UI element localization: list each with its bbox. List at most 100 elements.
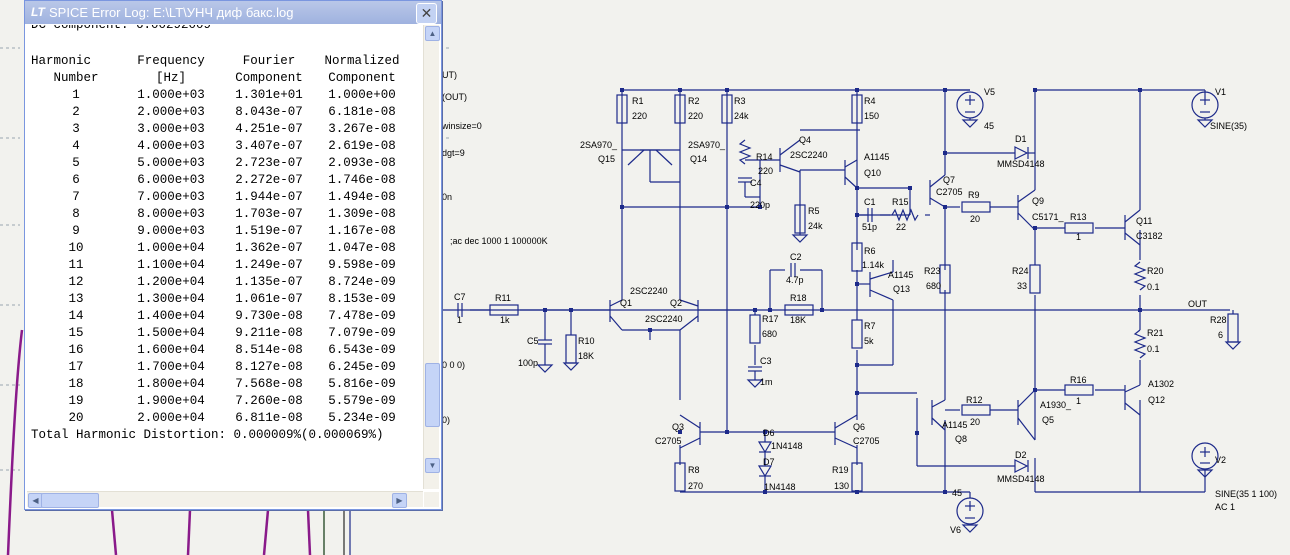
log-cell: 1.746e-08: [328, 173, 396, 187]
svg-text:R2: R2: [688, 96, 700, 106]
svg-text:R5: R5: [808, 206, 820, 216]
svg-text:1: 1: [457, 315, 462, 325]
svg-text:AC 1: AC 1: [1215, 502, 1235, 512]
svg-text:270: 270: [688, 481, 703, 491]
svg-text:V2: V2: [1215, 455, 1226, 465]
svg-text:220p: 220p: [750, 200, 770, 210]
log-cell: Frequency: [137, 54, 205, 68]
svg-text:V1: V1: [1215, 87, 1226, 97]
log-cell: 18: [68, 377, 84, 391]
vertical-scroll-thumb[interactable]: [425, 363, 440, 427]
svg-text:5k: 5k: [864, 336, 874, 346]
scroll-up-button[interactable]: ▲: [425, 26, 440, 41]
svg-text:4.7p: 4.7p: [786, 275, 804, 285]
log-cell: 3.267e-08: [328, 122, 396, 136]
log-cell: 2.723e-07: [235, 156, 303, 170]
svg-text:R20: R20: [1147, 266, 1164, 276]
svg-text:C3182: C3182: [1136, 231, 1163, 241]
log-cell: 2.000e+04: [137, 411, 205, 425]
log-cell: 6.543e-09: [328, 343, 396, 357]
svg-text:C2705: C2705: [853, 436, 880, 446]
scroll-down-button[interactable]: ▼: [425, 458, 440, 473]
log-cell: 5.579e-09: [328, 394, 396, 408]
log-cell: 5.234e-09: [328, 411, 396, 425]
vertical-scrollbar[interactable]: ▲ ▼: [423, 25, 440, 489]
log-cell: Component: [328, 71, 396, 85]
thd-line: Total Harmonic Distortion: 0.000009%(0.0…: [31, 428, 384, 442]
svg-text:V6: V6: [950, 525, 961, 535]
ac-directive: ;ac dec 1000 1 100000K: [450, 236, 548, 246]
svg-text:C2: C2: [790, 252, 802, 262]
log-cell: 1.000e+03: [137, 88, 205, 102]
svg-text:1N4148: 1N4148: [771, 441, 803, 451]
log-cell: 6.245e-09: [328, 360, 396, 374]
svg-text:C3: C3: [760, 356, 772, 366]
log-cell: 2.093e-08: [328, 156, 396, 170]
log-cell: 1.944e-07: [235, 190, 303, 204]
log-cell: 8: [72, 207, 80, 221]
log-cell: Component: [235, 71, 303, 85]
svg-text:1m: 1m: [760, 377, 773, 387]
svg-text:R13: R13: [1070, 212, 1087, 222]
sim-directive-frag-5: 0n: [442, 192, 452, 202]
horizontal-scroll-thumb[interactable]: [41, 493, 99, 508]
svg-text:33: 33: [1017, 281, 1027, 291]
R20-zigzag: [1133, 261, 1147, 291]
svg-text:Q6: Q6: [853, 422, 865, 432]
log-cell: 19: [68, 394, 84, 408]
log-cell: 4.251e-07: [235, 122, 303, 136]
spice-error-log-window[interactable]: LT SPICE Error Log: E:\LT\УНЧ диф бакс.l…: [24, 0, 442, 510]
close-button[interactable]: ✕: [416, 3, 437, 24]
log-cell: 17: [68, 360, 84, 374]
svg-text:Q7: Q7: [943, 175, 955, 185]
svg-text:Q4: Q4: [799, 135, 811, 145]
svg-text:R21: R21: [1147, 328, 1164, 338]
svg-text:A1145: A1145: [864, 152, 889, 162]
svg-text:Q9: Q9: [1032, 196, 1044, 206]
svg-text:2SC2240: 2SC2240: [645, 314, 683, 324]
svg-text:R1: R1: [632, 96, 644, 106]
sim-directive-frag-8: 0): [442, 415, 450, 425]
svg-text:R8: R8: [688, 465, 700, 475]
svg-text:220: 220: [632, 111, 647, 121]
svg-text:A1302: A1302: [1148, 379, 1174, 389]
title-bar[interactable]: LT SPICE Error Log: E:\LT\УНЧ диф бакс.l…: [25, 1, 441, 24]
window-title: SPICE Error Log: E:\LT\УНЧ диф бакс.log: [49, 5, 294, 20]
svg-text:100p: 100p: [518, 358, 538, 368]
voltage-sources: [956, 91, 1219, 525]
svg-text:R7: R7: [864, 321, 876, 331]
log-text-area[interactable]: DC component: 6.00292009 Harmonic Frequenc…: [27, 25, 423, 489]
svg-text:R10: R10: [578, 336, 595, 346]
log-cell: 2.000e+03: [137, 105, 205, 119]
R24-body: [1029, 264, 1041, 294]
svg-text:R12: R12: [966, 395, 983, 405]
R10-body: [565, 334, 577, 364]
svg-text:D1: D1: [1015, 134, 1027, 144]
log-cell: 7.568e-08: [235, 377, 303, 391]
svg-text:Q12: Q12: [1148, 395, 1165, 405]
log-cell: 1.400e+04: [137, 309, 205, 323]
scrollbar-corner: [424, 492, 439, 507]
log-cell: 13: [68, 292, 84, 306]
horizontal-scrollbar[interactable]: ◀ ▶: [27, 491, 423, 508]
log-cell: 1.301e+01: [235, 88, 303, 102]
svg-text:MMSD4148: MMSD4148: [997, 474, 1045, 484]
svg-text:Q2: Q2: [670, 298, 682, 308]
log-cell: 1.249e-07: [235, 258, 303, 272]
log-cell: 8.153e-09: [328, 292, 396, 306]
sim-directive-frag-1: UT): [442, 70, 457, 80]
log-cell: 9: [72, 224, 80, 238]
log-cell: 1: [72, 88, 80, 102]
log-cell: 1.800e+04: [137, 377, 205, 391]
out-net-label: OUT: [1188, 299, 1208, 309]
log-cell: 3.407e-07: [235, 139, 303, 153]
R7-body: [851, 319, 863, 349]
svg-text:Q15: Q15: [598, 154, 615, 164]
svg-text:1.14k: 1.14k: [862, 260, 885, 270]
svg-text:680: 680: [762, 329, 777, 339]
log-cell: Harmonic: [31, 54, 92, 68]
log-cell: 5.000e+03: [137, 156, 205, 170]
scroll-right-button[interactable]: ▶: [392, 493, 407, 508]
R21-zigzag: [1133, 329, 1147, 359]
svg-text:1: 1: [1076, 232, 1081, 242]
